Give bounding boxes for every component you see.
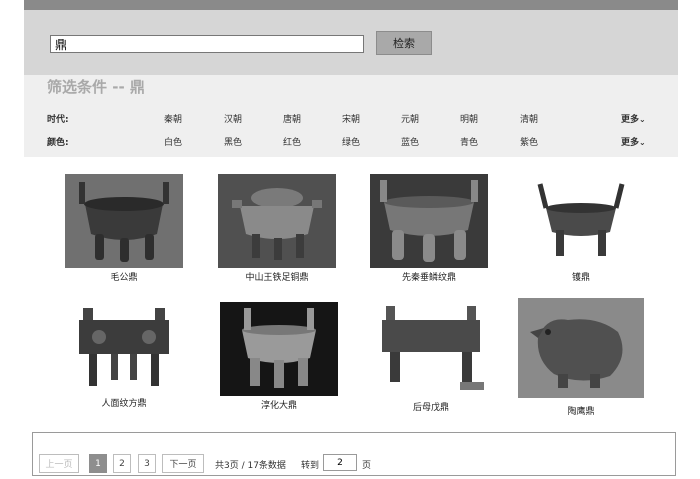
prev-page-button[interactable]: 上一页 [39, 454, 79, 473]
goto-page-input[interactable] [323, 454, 357, 471]
goto-unit: 页 [362, 461, 372, 471]
page-button[interactable]: 3 [138, 454, 156, 473]
pagination: 上一页 1 2 3 下一页 共3页 / 17条数据 转到 页 [32, 432, 676, 476]
search-area: 检索 [24, 10, 678, 75]
page-button[interactable]: 1 [89, 454, 107, 473]
result-caption[interactable]: 中山王铁足铜鼎 [245, 270, 308, 283]
result-caption[interactable]: 人面纹方鼎 [101, 396, 146, 409]
more-era-button[interactable]: 更多⌄ [621, 112, 646, 125]
result-caption[interactable]: 淳化大鼎 [261, 398, 297, 411]
filter-option[interactable]: 黑色 [224, 135, 242, 148]
page-button[interactable]: 2 [113, 454, 131, 473]
page-summary: 共3页 / 17条数据 [215, 461, 286, 471]
filter-option[interactable]: 汉朝 [224, 112, 242, 125]
filter-row-color: 颜色: 白色 黑色 红色 绿色 蓝色 青色 紫色 更多⌄ [24, 135, 678, 149]
result-caption[interactable]: 陶鹰鼎 [567, 404, 594, 417]
search-input[interactable] [50, 35, 364, 53]
ding-image[interactable] [65, 174, 183, 268]
chevron-down-icon: ⌄ [639, 138, 646, 147]
result-caption[interactable]: 毛公鼎 [110, 270, 137, 283]
filter-label-era: 时代: [47, 115, 69, 125]
ding-image[interactable] [65, 302, 183, 396]
ding-image[interactable] [522, 174, 640, 268]
filter-option[interactable]: 秦朝 [164, 112, 182, 125]
filter-option[interactable]: 元朝 [401, 112, 419, 125]
next-page-button[interactable]: 下一页 [162, 454, 204, 473]
filter-label-color: 颜色: [47, 138, 69, 148]
more-color-button[interactable]: 更多⌄ [621, 135, 646, 148]
page: 检索 筛选条件 -- 鼎 时代: 秦朝 汉朝 唐朝 宋朝 元朝 明朝 清朝 更多… [24, 0, 678, 479]
ding-image[interactable] [220, 302, 338, 396]
filter-option[interactable]: 紫色 [520, 135, 538, 148]
filter-option[interactable]: 红色 [283, 135, 301, 148]
top-bar [24, 0, 678, 10]
result-caption[interactable]: 镬鼎 [572, 270, 590, 283]
more-label: 更多 [621, 138, 640, 148]
chevron-down-icon: ⌄ [639, 115, 646, 124]
filter-option[interactable]: 宋朝 [342, 112, 360, 125]
filter-option[interactable]: 唐朝 [283, 112, 301, 125]
result-caption[interactable]: 先秦垂鳞纹鼎 [402, 270, 456, 283]
filter-option[interactable]: 清朝 [520, 112, 538, 125]
more-label: 更多 [621, 115, 640, 125]
search-button[interactable]: 检索 [376, 31, 432, 55]
ding-image[interactable] [370, 174, 488, 268]
ding-image[interactable] [372, 302, 490, 396]
ding-image[interactable] [218, 174, 336, 268]
result-grid: 毛公鼎 中山王铁足铜鼎 先秦垂鳞纹鼎 镬鼎 人面纹方鼎 淳化大鼎 后母戊鼎 陶鹰… [32, 160, 672, 424]
goto-label: 转到 [301, 461, 320, 471]
result-caption[interactable]: 后母戊鼎 [413, 400, 449, 413]
filter-title: 筛选条件 -- 鼎 [47, 78, 145, 96]
ding-image[interactable] [518, 298, 644, 398]
filter-option[interactable]: 蓝色 [401, 135, 419, 148]
filter-option[interactable]: 白色 [164, 135, 182, 148]
filter-row-era: 时代: 秦朝 汉朝 唐朝 宋朝 元朝 明朝 清朝 更多⌄ [24, 112, 678, 126]
filter-option[interactable]: 明朝 [460, 112, 478, 125]
filter-panel: 筛选条件 -- 鼎 时代: 秦朝 汉朝 唐朝 宋朝 元朝 明朝 清朝 更多⌄ 颜… [24, 75, 678, 157]
filter-option[interactable]: 绿色 [342, 135, 360, 148]
filter-option[interactable]: 青色 [460, 135, 478, 148]
